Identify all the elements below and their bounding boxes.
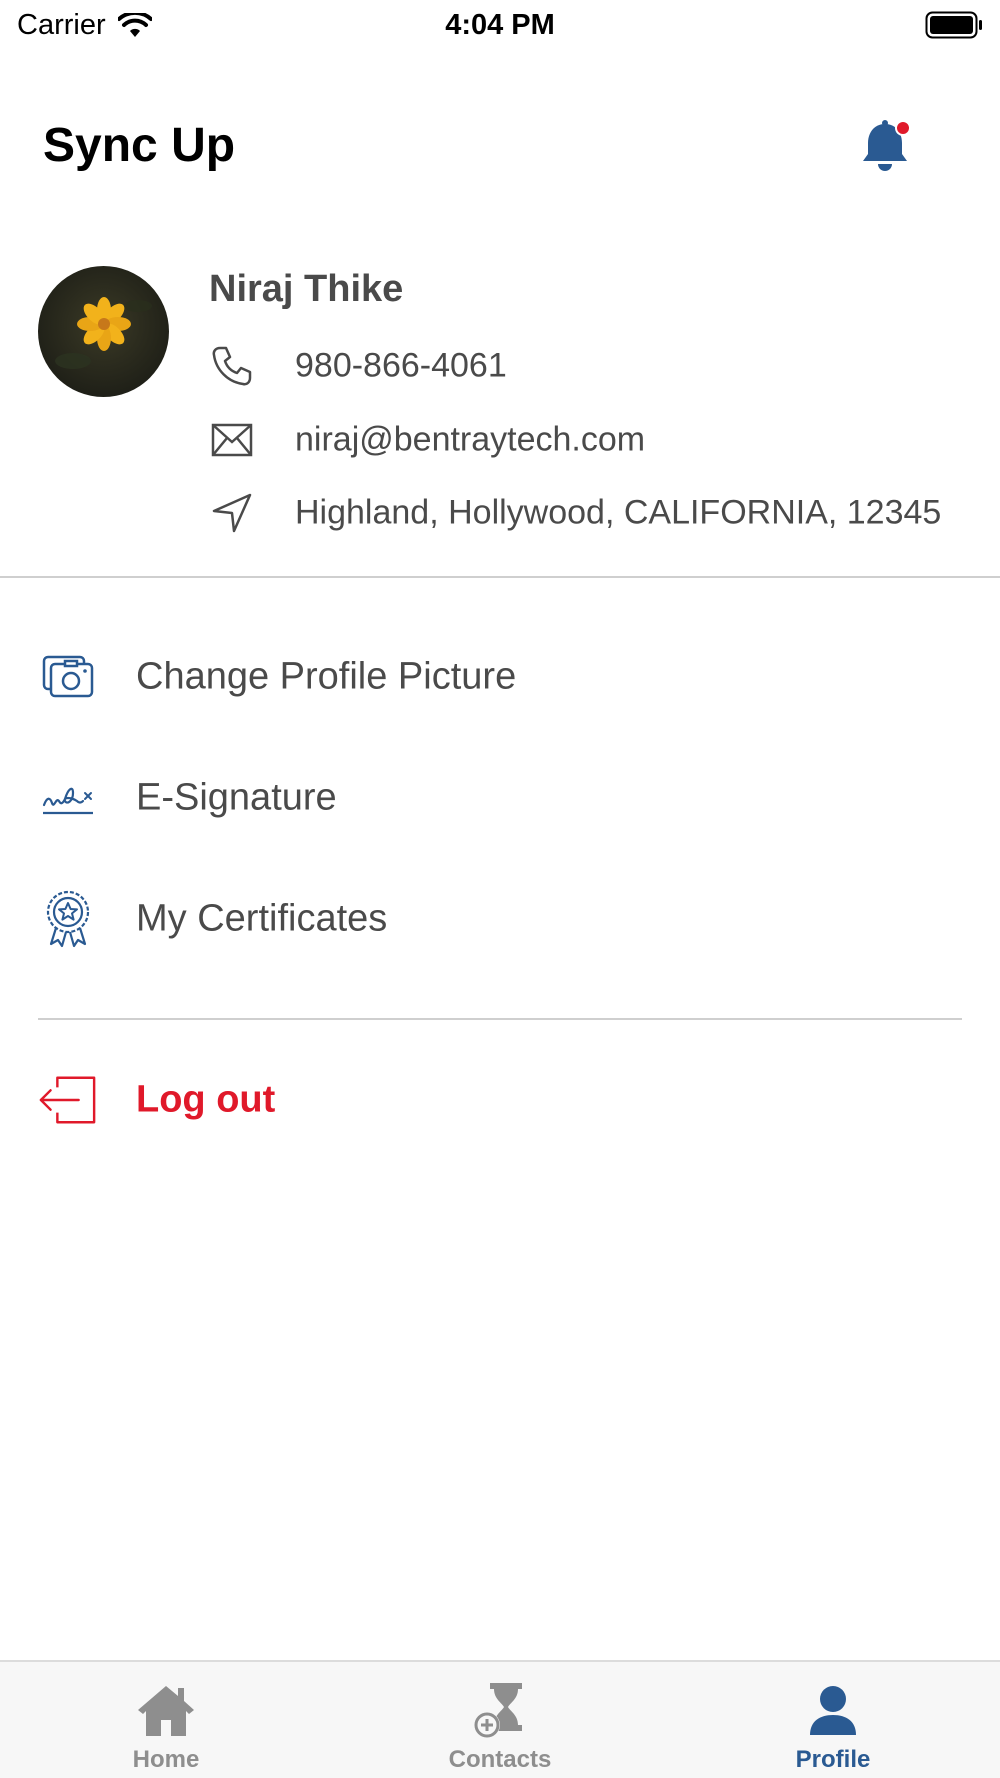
location-arrow-icon — [209, 490, 255, 536]
email-row[interactable]: niraj@bentraytech.com — [209, 416, 645, 464]
logout-label: Log out — [136, 1078, 276, 1121]
status-bar: Carrier 4:04 PM — [0, 0, 1000, 52]
tab-label: Contacts — [448, 1746, 552, 1773]
phone-icon — [209, 343, 255, 389]
avatar-flower-image — [38, 266, 169, 397]
person-icon — [798, 1680, 868, 1742]
battery-icon — [925, 11, 982, 39]
tab-label: Profile — [795, 1746, 871, 1773]
divider — [38, 1018, 962, 1020]
logout-icon — [38, 1070, 98, 1130]
menu-item-label: E-Signature — [136, 776, 337, 819]
divider — [0, 576, 1000, 578]
menu-item-label: My Certificates — [136, 897, 388, 940]
address-text: Highland, Hollywood, CALIFORNIA, 12345 — [295, 493, 942, 532]
tab-contacts[interactable]: Contacts — [400, 1662, 600, 1778]
email-address: niraj@bentraytech.com — [295, 420, 646, 459]
logout-button[interactable]: Log out — [38, 1060, 962, 1140]
status-time: 4:04 PM — [445, 9, 555, 41]
contacts-hourglass-icon — [465, 1680, 535, 1742]
signature-icon — [38, 768, 98, 828]
tab-bar: Home Contacts Profile — [0, 1660, 1000, 1778]
menu-item-label: Change Profile Picture — [136, 655, 517, 698]
tab-home[interactable]: Home — [66, 1662, 266, 1778]
tab-profile[interactable]: Profile — [733, 1662, 933, 1778]
profile-screen: Carrier 4:04 PM Sync Up Niraj Thike 980-… — [0, 0, 1000, 1778]
bell-icon — [863, 120, 911, 171]
envelope-icon — [209, 417, 255, 463]
address-row[interactable]: Highland, Hollywood, CALIFORNIA, 12345 — [209, 489, 941, 537]
change-profile-picture-button[interactable]: Change Profile Picture — [38, 637, 962, 717]
certificate-badge-icon — [38, 889, 98, 949]
avatar — [38, 266, 169, 397]
phone-number: 980-866-4061 — [295, 346, 507, 385]
page-title: Sync Up — [43, 119, 236, 172]
e-signature-button[interactable]: E-Signature — [38, 758, 962, 838]
home-icon — [131, 1680, 201, 1742]
notifications-button[interactable] — [858, 118, 912, 176]
phone-row[interactable]: 980-866-4061 — [209, 342, 507, 390]
camera-icon — [38, 647, 98, 707]
user-name: Niraj Thike — [209, 268, 404, 310]
my-certificates-button[interactable]: My Certificates — [38, 879, 962, 959]
tab-label: Home — [132, 1746, 200, 1773]
notification-dot — [897, 122, 909, 134]
